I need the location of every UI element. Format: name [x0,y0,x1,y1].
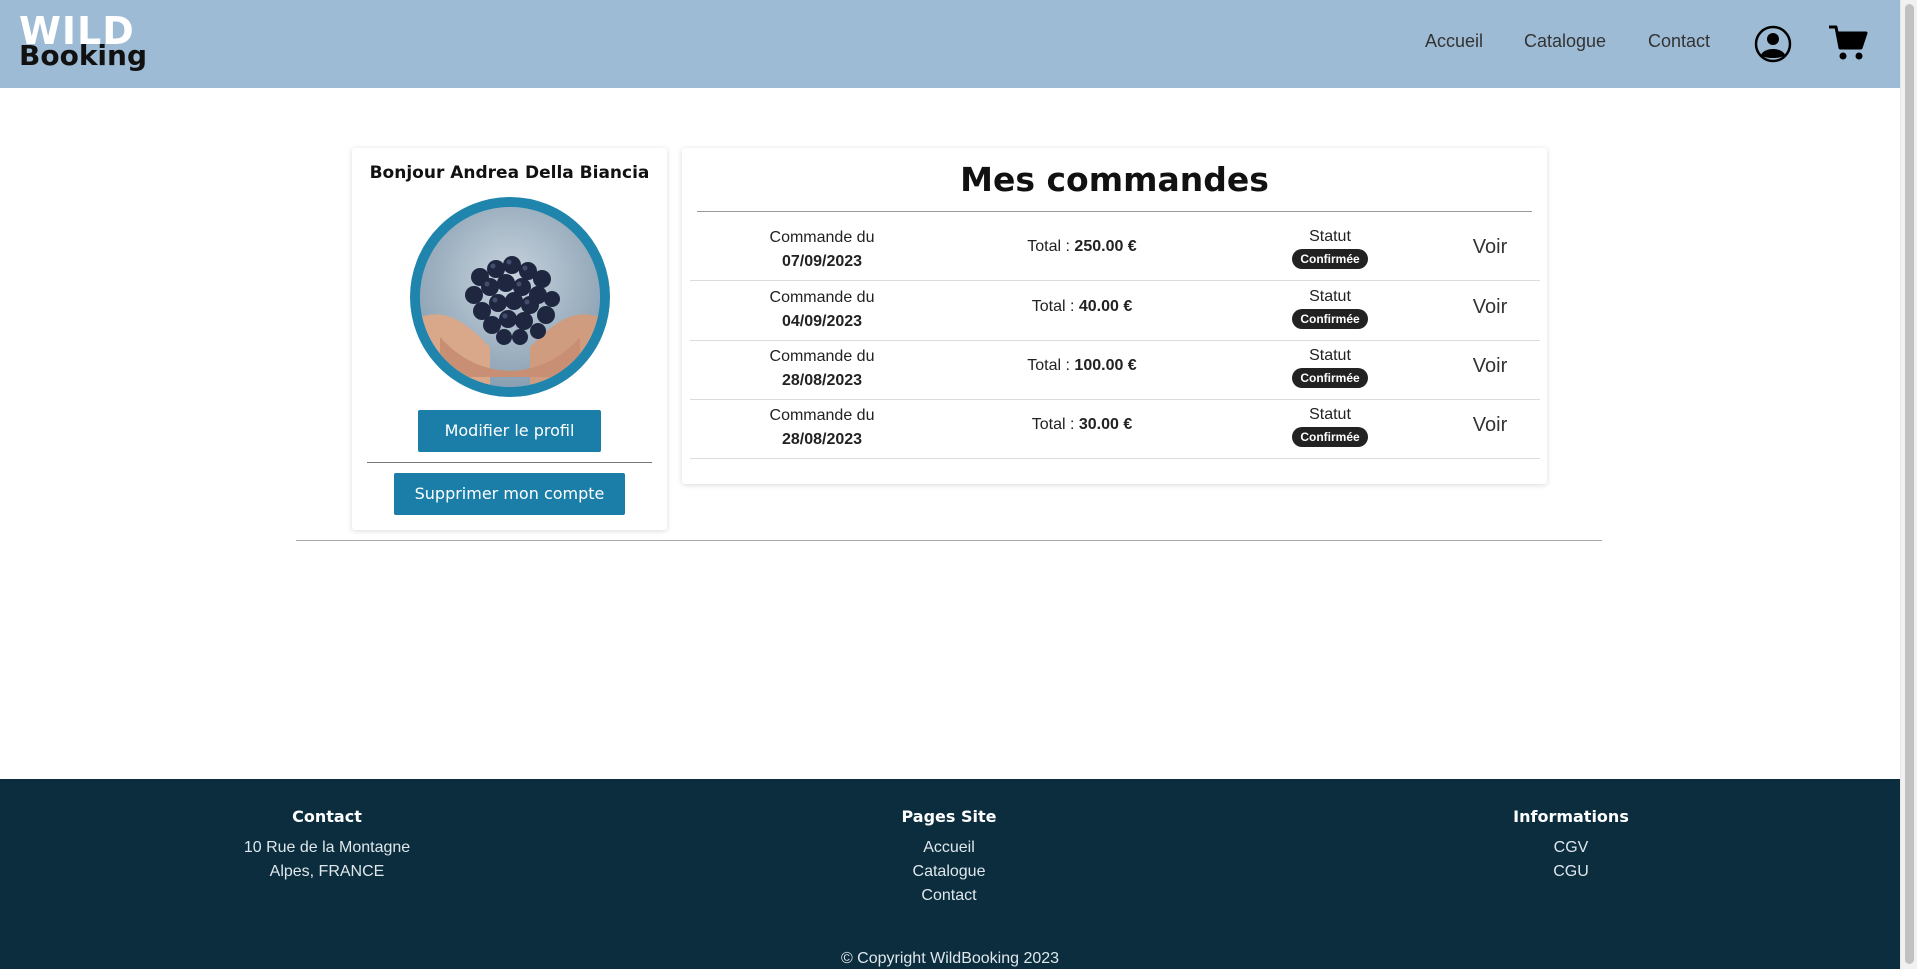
order-total: Total : 30.00 € [972,416,1192,434]
title-divider [697,211,1532,212]
order-status-label: Statut [1309,228,1351,245]
order-date: Commande du 04/09/2023 [728,286,916,334]
footer-contact-title: Contact [292,807,362,826]
footer-address-line: 10 Rue de la Montagne [243,839,411,856]
footer-info-title: Informations [1513,807,1629,826]
order-total-label: Total : [1031,416,1075,433]
page-divider [296,540,1602,541]
order-total-value: 100.00 € [1074,357,1137,374]
order-date-value: 28/08/2023 [781,431,863,448]
order-date-label: Commande du [769,229,875,246]
profile-card: Bonjour Andrea Della Biancia Modifier le… [352,148,667,530]
order-date: Commande du 28/08/2023 [728,345,916,393]
site-footer: Contact 10 Rue de la Montagne Alpes, FRA… [0,779,1900,969]
order-status-label: Statut [1309,288,1351,305]
user-icon[interactable] [1754,25,1792,63]
order-date-value: 28/08/2023 [781,372,863,389]
order-date-label: Commande du [769,289,875,306]
footer-link-cgv[interactable]: CGV [1471,836,1671,860]
avatar-photo [420,207,600,387]
order-date-label: Commande du [769,407,875,424]
card-divider [367,462,652,463]
order-status-label: Statut [1309,347,1351,364]
footer-link-cgu[interactable]: CGU [1471,860,1671,884]
order-date-value: 04/09/2023 [781,313,863,330]
order-status-label: Statut [1309,406,1351,423]
order-total-label: Total : [1027,238,1070,255]
delete-account-button[interactable]: Supprimer mon compte [394,473,625,515]
order-status: Statut Confirmée [1270,226,1390,270]
order-date-label: Commande du [769,348,875,365]
order-row: Commande du 28/08/2023 Total : 100.00 € S… [690,341,1540,400]
order-row: Commande du 04/09/2023 Total : 40.00 € St… [690,282,1540,341]
footer-address-line: Alpes, FRANCE [269,863,385,880]
view-order-link[interactable]: Voir [1460,414,1520,437]
view-order-link[interactable]: Voir [1460,236,1520,259]
orders-title: Mes commandes [960,160,1269,199]
scrollbar-thumb[interactable] [1905,4,1914,964]
footer-link-accueil[interactable]: Accueil [849,836,1049,860]
order-total: Total : 250.00 € [972,238,1192,256]
footer-pages-title: Pages Site [901,807,997,826]
order-date: Commande du 28/08/2023 [728,404,916,452]
order-total: Total : 100.00 € [972,357,1192,375]
footer-pages: Pages Site Accueil Catalogue Contact [849,807,1049,908]
scrollbar[interactable] [1900,0,1917,969]
order-row: Commande du 28/08/2023 Total : 30.00 € St… [690,400,1540,459]
order-status: Statut Confirmée [1270,345,1390,389]
order-total-value: 250.00 € [1074,238,1137,255]
profile-greeting: Bonjour Andrea Della Biancia [369,163,650,183]
order-total-value: 40.00 € [1078,298,1133,315]
order-status: Statut Confirmée [1270,286,1390,330]
nav-contact[interactable]: Contact [1648,31,1710,52]
footer-contact: Contact 10 Rue de la Montagne Alpes, FRA… [227,807,427,884]
view-order-link[interactable]: Voir [1460,296,1520,319]
status-badge: Confirmée [1292,427,1368,447]
modify-profile-button[interactable]: Modifier le profil [418,410,601,452]
order-date: Commande du 07/09/2023 [728,226,916,274]
status-badge: Confirmée [1292,249,1368,269]
footer-link-catalogue[interactable]: Catalogue [849,860,1049,884]
status-badge: Confirmée [1292,368,1368,388]
order-date-value: 07/09/2023 [781,253,863,270]
footer-link-contact[interactable]: Contact [849,884,1049,908]
orders-card: Mes commandes Commande du 07/09/2023 Tota… [682,148,1547,484]
cart-icon[interactable] [1828,24,1868,62]
footer-info: Informations CGV CGU [1471,807,1671,884]
view-order-link[interactable]: Voir [1460,355,1520,378]
nav-accueil[interactable]: Accueil [1425,31,1483,52]
order-status: Statut Confirmée [1270,404,1390,448]
nav-catalogue[interactable]: Catalogue [1524,31,1606,52]
order-total: Total : 40.00 € [972,298,1192,316]
logo[interactable]: WILD Booking [19,12,147,70]
order-total-value: 30.00 € [1078,416,1133,433]
logo-booking: Booking [19,39,148,72]
avatar [410,197,610,397]
order-total-label: Total : [1031,298,1075,315]
copyright: © Copyright WildBooking 2023 [840,950,1060,967]
status-badge: Confirmée [1292,309,1368,329]
order-row: Commande du 07/09/2023 Total : 250.00 € S… [690,222,1540,281]
site-header: WILD Booking Accueil Catalogue Contact [0,0,1900,88]
order-total-label: Total : [1027,357,1070,374]
